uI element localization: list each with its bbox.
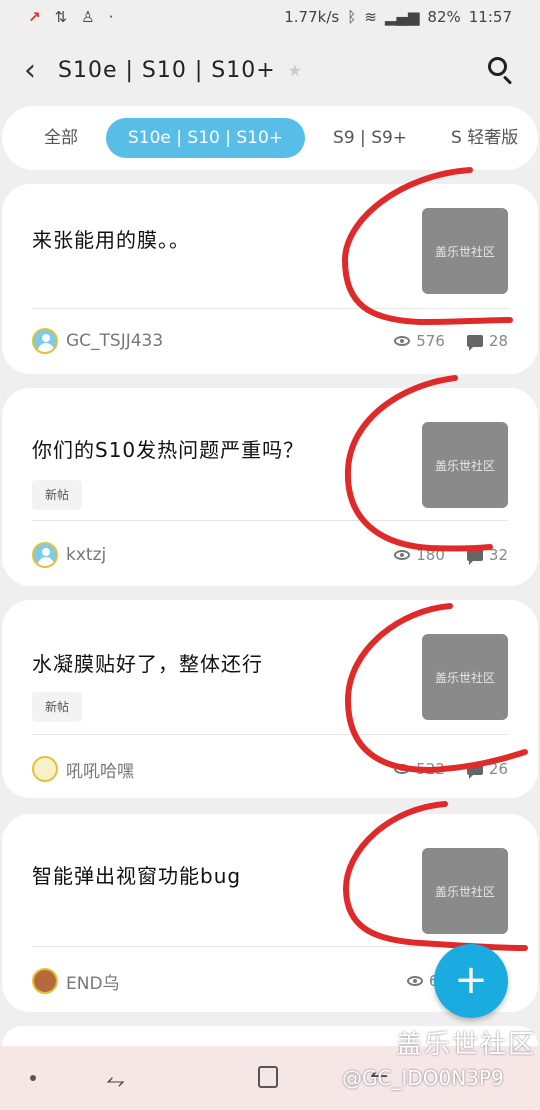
favorite-star-icon[interactable]: ★ — [288, 61, 302, 80]
new-post-badge: 新帖 — [32, 692, 82, 722]
status-bar: ↗ ⇅ ♙ · 1.77k/s ᛒ ≋ ▂▄▆ 82% 11:57 — [0, 0, 540, 34]
post-thumbnail: 盖乐世社区 — [422, 848, 508, 934]
views-icon — [394, 550, 411, 560]
comment-count: 32 — [488, 546, 508, 564]
new-post-badge: 新帖 — [32, 480, 82, 510]
post-meta: GC_TSJJ433 576 28 — [32, 326, 508, 356]
comments-icon — [466, 763, 483, 779]
comment-count: 26 — [488, 760, 508, 778]
avatar[interactable] — [32, 968, 58, 994]
avatar[interactable] — [32, 328, 58, 354]
post-stats: 180 32 — [394, 546, 508, 565]
tab-s10[interactable]: S10e | S10 | S10+ — [106, 118, 306, 158]
battery-level: 82% — [427, 8, 461, 26]
post-meta: 吼吼哈嘿 522 26 — [32, 754, 508, 784]
sync-icon: ⇅ — [54, 8, 68, 26]
view-count: 576 — [416, 332, 445, 350]
bluetooth-icon: ᛒ — [347, 8, 357, 26]
comments-icon — [466, 549, 483, 565]
post-thumbnail: 盖乐世社区 — [422, 634, 508, 720]
nav-dot-icon[interactable] — [30, 1075, 36, 1081]
comments-icon — [466, 335, 483, 351]
watermark-title: 盖乐世社区 — [396, 1030, 537, 1060]
status-right: 1.77k/s ᛒ ≋ ▂▄▆ 82% 11:57 — [284, 8, 512, 26]
new-post-button[interactable]: + — [434, 944, 508, 1018]
divider — [32, 946, 508, 947]
views-icon — [394, 764, 411, 774]
post-card[interactable]: 来张能用的膜。。 盖乐世社区 GC_TSJJ433 576 28 — [2, 184, 538, 374]
post-card[interactable]: 你们的S10发热问题严重吗？ 新帖 盖乐世社区 kxtzj 180 32 — [2, 388, 538, 586]
divider — [32, 520, 508, 521]
post-title: 智能弹出视窗功能bug — [32, 864, 242, 888]
comment-count: 28 — [488, 332, 508, 350]
author-name[interactable]: END乌 — [66, 969, 120, 994]
wifi-icon: ≋ — [364, 8, 377, 26]
view-count: 180 — [416, 546, 445, 564]
post-stats: 522 26 — [394, 760, 508, 779]
category-tabs: 全部 S10e | S10 | S10+ S9 | S9+ S 轻奢版 — [2, 106, 538, 170]
post-title: 来张能用的膜。。 — [32, 228, 190, 252]
home-icon[interactable] — [258, 1066, 278, 1088]
page-title: S10e | S10 | S10+ — [58, 57, 276, 83]
signal-icon: ▂▄▆ — [384, 8, 420, 26]
avatar[interactable] — [32, 756, 58, 782]
view-count: 522 — [416, 760, 445, 778]
tab-all[interactable]: 全部 — [22, 118, 100, 158]
views-icon — [394, 336, 411, 346]
tab-s9[interactable]: S9 | S9+ — [311, 118, 429, 158]
app-notification-icon: ↗ — [28, 8, 41, 26]
post-thumbnail: 盖乐世社区 — [422, 422, 508, 508]
post-meta: kxtzj 180 32 — [32, 540, 508, 570]
network-speed: 1.77k/s — [284, 8, 340, 26]
recent-apps-icon[interactable]: ⥊ — [106, 1066, 125, 1094]
author-name[interactable]: 吼吼哈嘿 — [66, 757, 134, 782]
post-title: 水凝膜贴好了，整体还行 — [32, 652, 263, 676]
author-name[interactable]: GC_TSJJ433 — [66, 331, 163, 351]
search-icon[interactable] — [486, 55, 516, 85]
app-bar: ‹ S10e | S10 | S10+ ★ — [0, 40, 540, 100]
avatar[interactable] — [32, 542, 58, 568]
post-card[interactable]: 水凝膜贴好了，整体还行 新帖 盖乐世社区 吼吼哈嘿 522 26 — [2, 600, 538, 798]
post-thumbnail: 盖乐世社区 — [422, 208, 508, 294]
clock: 11:57 — [468, 8, 512, 26]
watermark-user: @GC_IDO0N3P9 — [342, 1066, 504, 1090]
post-stats: 576 28 — [394, 332, 508, 351]
tab-s-lite[interactable]: S 轻奢版 — [429, 118, 538, 158]
divider — [32, 734, 508, 735]
divider — [32, 308, 508, 309]
status-left: ↗ ⇅ ♙ · — [28, 8, 113, 26]
views-icon — [406, 976, 423, 986]
back-arrow-icon[interactable]: ‹ — [24, 53, 58, 88]
post-title: 你们的S10发热问题严重吗？ — [32, 438, 305, 462]
person-icon: ♙ — [81, 8, 95, 26]
dot-icon: · — [108, 8, 114, 26]
author-name[interactable]: kxtzj — [66, 545, 106, 565]
